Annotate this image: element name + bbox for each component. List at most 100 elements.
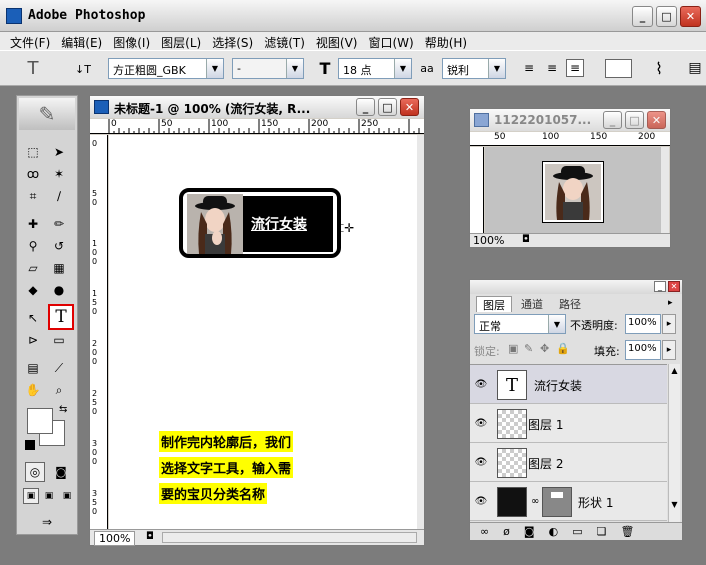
image-zoom-level[interactable]: 100% xyxy=(473,234,504,247)
healing-brush-icon[interactable]: ✚ xyxy=(23,214,43,234)
panel-minimize-button[interactable]: _ xyxy=(654,281,666,292)
menu-edit[interactable]: 编辑(E) xyxy=(57,32,109,50)
font-style-select[interactable]: - ▼ xyxy=(232,58,304,79)
layer-style-icon[interactable]: ø xyxy=(503,525,510,538)
standard-mode-icon[interactable]: ◎ xyxy=(25,462,45,482)
vertical-scrollbar[interactable] xyxy=(417,135,424,529)
menu-filter[interactable]: 滤镜(T) xyxy=(260,32,312,50)
image-vertical-scrollbar[interactable] xyxy=(661,147,669,233)
history-brush-icon[interactable]: ↺ xyxy=(49,236,69,256)
minimize-button[interactable]: _ xyxy=(632,6,653,27)
menu-file[interactable]: 文件(F) xyxy=(6,32,57,50)
opacity-input[interactable]: 100% xyxy=(625,314,661,334)
close-button[interactable]: ✕ xyxy=(680,6,701,27)
new-layer-icon[interactable]: ❏ xyxy=(597,525,607,538)
link-layers-icon[interactable]: ∞ xyxy=(480,525,489,538)
zoom-tool-icon[interactable]: ⌕ xyxy=(49,380,69,400)
screen-mode-full-menu-icon[interactable]: ▣ xyxy=(41,488,57,504)
right-align-icon[interactable]: ≡ xyxy=(566,59,584,77)
link-icon[interactable]: ∞ xyxy=(531,496,539,507)
gradient-tool-icon[interactable]: ▦ xyxy=(49,258,69,278)
tab-channels[interactable]: 通道 xyxy=(514,296,550,312)
tab-paths[interactable]: 路径 xyxy=(552,296,588,312)
magic-wand-icon[interactable]: ✶ xyxy=(49,164,69,184)
eyedropper-icon[interactable]: ⟋ xyxy=(49,358,69,378)
panel-close-button[interactable]: ✕ xyxy=(668,281,680,292)
blend-mode-select[interactable]: 正常 ▼ xyxy=(474,314,566,334)
horizontal-ruler[interactable]: 0 50 100 150 200 250 xyxy=(90,119,424,134)
menu-window[interactable]: 窗口(W) xyxy=(364,32,420,50)
doc-maximize-button[interactable]: □ xyxy=(378,98,397,116)
menu-layer[interactable]: 图层(L) xyxy=(157,32,208,50)
notes-tool-icon[interactable]: ▤ xyxy=(23,358,43,378)
lock-all-icon[interactable]: 🔒 xyxy=(556,342,570,355)
zoom-level[interactable]: 100% xyxy=(94,531,136,546)
center-align-icon[interactable]: ≡ xyxy=(543,59,561,77)
image-window-title-bar[interactable]: 1122201057... _ □ ✕ xyxy=(470,109,670,131)
slice-tool-icon[interactable]: ∕ xyxy=(49,186,69,206)
swap-colors-icon[interactable]: ⇆ xyxy=(59,404,67,415)
antialias-select[interactable]: 锐利 ▼ xyxy=(442,58,506,79)
marquee-tool-icon[interactable]: ⬚ xyxy=(23,142,43,162)
layers-scrollbar[interactable]: ▲ ▼ xyxy=(668,364,680,522)
screen-mode-standard-icon[interactable]: ▣ xyxy=(23,488,39,504)
move-tool-icon[interactable]: ➤ xyxy=(49,142,69,162)
screen-mode-full-icon[interactable]: ▣ xyxy=(59,488,75,504)
fill-slider-button[interactable]: ▸ xyxy=(662,340,676,360)
status-menu-icon[interactable]: ◘ xyxy=(146,531,154,542)
image-close-button[interactable]: ✕ xyxy=(647,111,666,129)
tab-layers[interactable]: 图层 xyxy=(476,296,512,312)
eye-icon[interactable]: 👁 xyxy=(474,417,488,429)
layer-mask-icon[interactable]: ◙ xyxy=(524,525,535,538)
text-orientation-icon[interactable]: ↓T xyxy=(74,60,92,78)
menu-image[interactable]: 图像(I) xyxy=(109,32,157,50)
default-colors-icon[interactable] xyxy=(25,440,35,450)
type-tool-icon[interactable]: T xyxy=(48,304,74,330)
lock-position-icon[interactable]: ✥ xyxy=(540,342,549,355)
pen-tool-icon[interactable]: ⊳ xyxy=(23,330,43,350)
font-family-select[interactable]: 方正粗圆_GBK ▼ xyxy=(108,58,224,79)
palettes-icon[interactable]: ▤ xyxy=(686,59,704,77)
lock-transparency-icon[interactable]: ▣ xyxy=(508,342,518,355)
doc-close-button[interactable]: ✕ xyxy=(400,98,419,116)
crop-tool-icon[interactable]: ⌗ xyxy=(23,186,43,206)
document-canvas[interactable]: 流行女装 ⌶✛ 制作完内轮廓后，我们 选择文字工具，输入需 要的宝贝分类名称 xyxy=(109,135,417,529)
doc-minimize-button[interactable]: _ xyxy=(356,98,375,116)
horizontal-scrollbar[interactable] xyxy=(162,532,417,543)
layers-panel-header[interactable]: _ ✕ xyxy=(470,280,682,294)
layer-row[interactable]: 👁 T 流行女装 xyxy=(470,365,667,404)
status-menu-icon[interactable]: ◘ xyxy=(522,234,530,245)
image-canvas[interactable] xyxy=(485,147,661,233)
brush-tool-icon[interactable]: ✏ xyxy=(49,214,69,234)
shape-tool-icon[interactable]: ▭ xyxy=(49,330,69,350)
photoshop-feather-icon[interactable]: ✎ xyxy=(19,98,75,130)
menu-help[interactable]: 帮助(H) xyxy=(421,32,474,50)
path-selection-icon[interactable]: ↖ xyxy=(23,308,43,328)
layer-row[interactable]: 👁 ∞ 形状 1 xyxy=(470,482,667,521)
fill-input[interactable]: 100% xyxy=(625,340,661,360)
layer-row[interactable]: 👁 图层 2 xyxy=(470,443,667,482)
image-minimize-button[interactable]: _ xyxy=(603,111,622,129)
delete-layer-icon[interactable]: 🗑 xyxy=(620,525,634,538)
hand-tool-icon[interactable]: ✋ xyxy=(23,380,43,400)
clone-stamp-icon[interactable]: ⚲ xyxy=(23,236,43,256)
eraser-tool-icon[interactable]: ▱ xyxy=(23,258,43,278)
opacity-slider-button[interactable]: ▸ xyxy=(662,314,676,334)
eye-icon[interactable]: 👁 xyxy=(474,495,488,507)
left-align-icon[interactable]: ≡ xyxy=(520,59,538,77)
maximize-button[interactable]: □ xyxy=(656,6,677,27)
quick-mask-icon[interactable]: ◙ xyxy=(51,462,71,482)
text-color-swatch[interactable] xyxy=(605,59,632,78)
menu-view[interactable]: 视图(V) xyxy=(312,32,365,50)
foreground-color-swatch[interactable] xyxy=(27,408,53,434)
text-tool-preset-icon[interactable]: T xyxy=(24,58,42,79)
warp-text-icon[interactable]: ⌇ xyxy=(650,59,668,78)
adjustment-layer-icon[interactable]: ◐ xyxy=(549,525,559,538)
eye-icon[interactable]: 👁 xyxy=(474,456,488,468)
dodge-tool-icon[interactable]: ● xyxy=(49,280,69,300)
blur-tool-icon[interactable]: ◆ xyxy=(23,280,43,300)
group-icon[interactable]: ▭ xyxy=(572,525,582,538)
image-maximize-button[interactable]: □ xyxy=(625,111,644,129)
layer-row[interactable]: 👁 图层 1 xyxy=(470,404,667,443)
jump-to-imageready-icon[interactable]: ⇒ xyxy=(33,512,61,532)
